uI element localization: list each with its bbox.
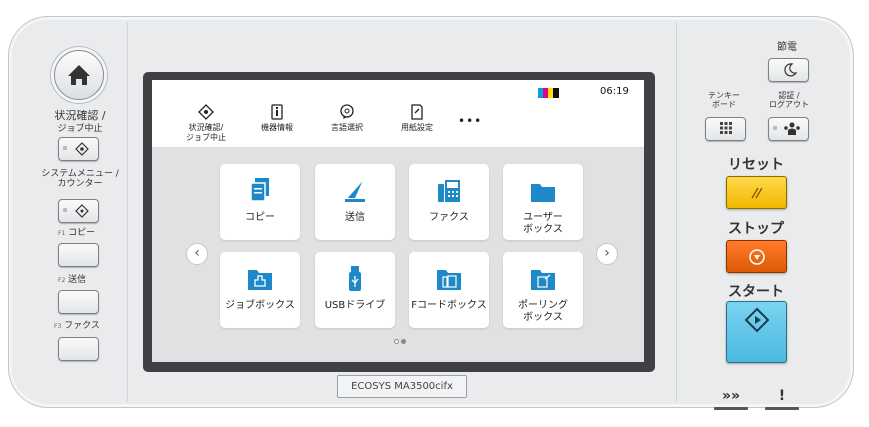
reset-icon (751, 187, 763, 199)
polling-box-icon (531, 270, 555, 290)
next-page-button[interactable]: › (596, 243, 618, 265)
energy-saver-label: 節電 (777, 42, 797, 53)
status-led (63, 146, 67, 150)
attention-icon: ! (778, 388, 786, 404)
processing-indicator: »» (714, 385, 748, 410)
energy-saver-button[interactable] (768, 58, 809, 82)
tile-usb-drive[interactable]: USBドライブ (315, 252, 395, 328)
status-button-label: 状況確認 / ジョブ中止 (54, 109, 106, 135)
send-icon (345, 179, 365, 202)
user-box-icon (531, 184, 555, 202)
usb-icon (349, 266, 361, 291)
tile-label: ファクス (429, 212, 469, 223)
home-button[interactable] (54, 50, 104, 100)
stop-button[interactable] (726, 240, 787, 273)
keypad-label: テンキー ボード (708, 91, 740, 109)
screen-top-bar: 06:19 状況確認/ジョブ中止 機器情報 言語選択 用紙設定 ••• (152, 80, 644, 148)
language-icon (340, 104, 354, 119)
left-divider (127, 22, 128, 402)
tile-user-box[interactable]: ユーザー ボックス (503, 164, 583, 240)
tile-label: ユーザー ボックス (523, 212, 563, 235)
toolbar-status-job-cancel[interactable]: 状況確認/ジョブ中止 (176, 104, 236, 142)
device-info-icon (271, 104, 283, 120)
keypad-icon (720, 122, 732, 134)
stop-icon (749, 249, 765, 265)
tile-polling-box[interactable]: ポーリング ボックス (503, 252, 583, 328)
toolbar-device-info[interactable]: 機器情報 (252, 104, 302, 133)
system-menu-counter-button[interactable] (58, 199, 99, 223)
status-icon (198, 104, 214, 120)
f1-label: F1 コピー (58, 228, 96, 238)
users-icon (784, 122, 800, 135)
chevron-right-icon: › (604, 245, 610, 261)
attention-indicator: ! (765, 385, 799, 410)
touch-screen: 06:19 状況確認/ジョブ中止 機器情報 言語選択 用紙設定 ••• ‹ › … (152, 80, 644, 362)
reset-button[interactable] (726, 176, 787, 209)
fax-icon (438, 180, 460, 202)
chevron-left-icon: ‹ (194, 245, 200, 261)
stop-label: ストップ (728, 221, 784, 237)
tile-job-box[interactable]: ジョブボックス (220, 252, 300, 328)
job-box-icon (248, 270, 272, 290)
page-indicator (394, 339, 408, 345)
tile-label: コピー (245, 212, 275, 223)
previous-page-button[interactable]: ‹ (186, 243, 208, 265)
more-menu-button[interactable]: ••• (458, 114, 482, 128)
clock-time: 06:19 (600, 86, 629, 97)
toolbar-language-select[interactable]: 言語選択 (322, 104, 372, 133)
start-label: スタート (728, 284, 784, 300)
keypad-button[interactable] (705, 117, 746, 141)
processing-icon: »» (721, 388, 741, 404)
start-icon (744, 307, 770, 333)
status-job-cancel-button[interactable] (58, 137, 99, 161)
tile-label: ポーリング ボックス (518, 300, 568, 323)
system-diamond-icon (75, 204, 89, 218)
tile-send[interactable]: 送信 (315, 164, 395, 240)
system-led (63, 208, 67, 212)
tile-label: Fコードボックス (411, 300, 487, 311)
tile-copy[interactable]: コピー (220, 164, 300, 240)
moon-icon (784, 63, 798, 77)
eye-diamond-icon (75, 142, 89, 156)
tile-fcode-box[interactable]: Fコードボックス (409, 252, 489, 328)
tile-label: 送信 (345, 212, 365, 223)
auth-logout-label: 認証 / ログアウト (769, 91, 809, 109)
fcode-box-icon (437, 270, 461, 290)
tile-label: ジョブボックス (225, 300, 295, 311)
tile-label: USBドライブ (324, 300, 386, 311)
toolbar-paper-settings[interactable]: 用紙設定 (392, 104, 442, 133)
f1-copy-button[interactable] (58, 243, 99, 267)
f2-send-button[interactable] (58, 290, 99, 314)
model-label: ECOSYS MA3500cifx (337, 375, 467, 398)
tile-fax[interactable]: ファクス (409, 164, 489, 240)
reset-label: リセット (728, 157, 784, 173)
f3-label: F3 ファクス (54, 321, 100, 331)
right-divider (676, 22, 677, 402)
start-button[interactable] (726, 301, 787, 363)
f3-fax-button[interactable] (58, 337, 99, 361)
toner-indicator (538, 88, 560, 98)
system-menu-label: システムメニュー / カウンター (41, 169, 119, 189)
f2-label: F2 送信 (58, 275, 87, 285)
home-icon (68, 65, 90, 85)
copy-icon (250, 178, 269, 202)
paper-icon (411, 104, 423, 120)
auth-led (773, 126, 777, 130)
auth-logout-button[interactable] (768, 117, 809, 141)
